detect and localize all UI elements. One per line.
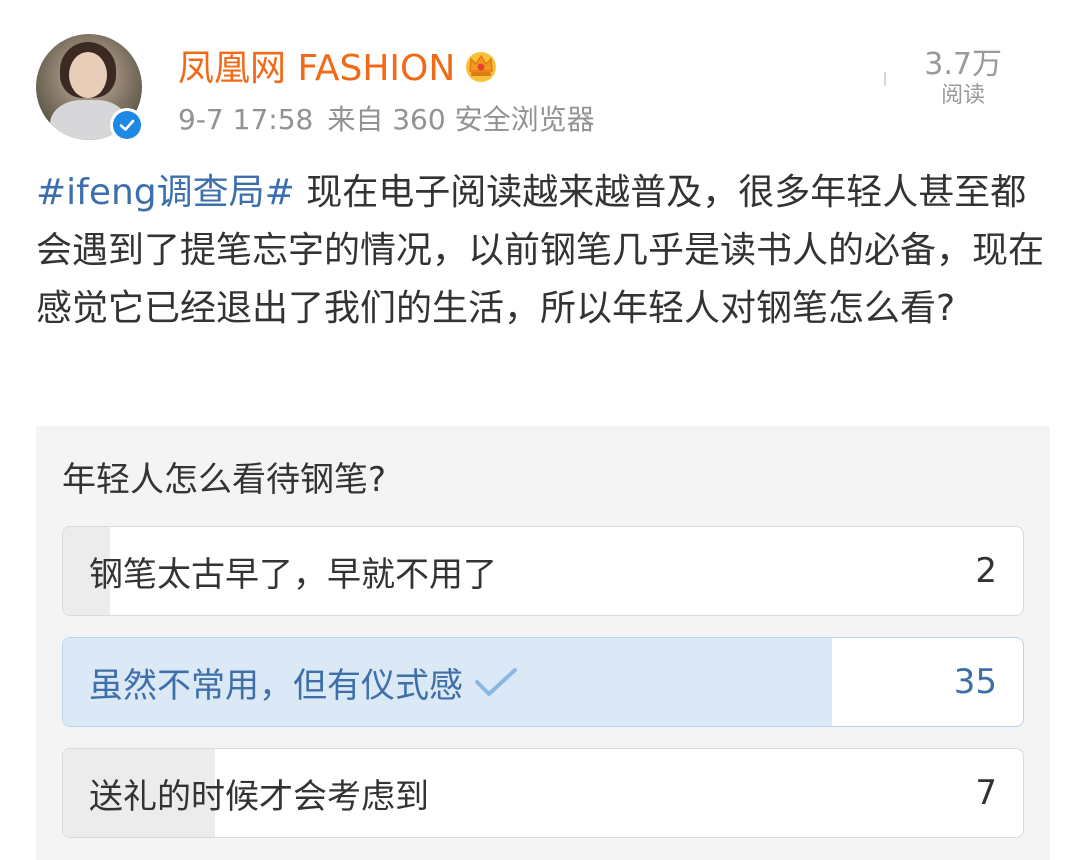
verified-icon (110, 108, 144, 142)
poll-option-1[interactable]: 钢笔太古早了，早就不用了 2 (62, 526, 1024, 616)
view-count: 3.7万 阅读 (924, 48, 1002, 110)
poll-option-label: 送礼的时候才会考虑到 (89, 776, 429, 817)
account-name[interactable]: 凤凰网 FASHION (178, 39, 455, 91)
poll-option-label: 虽然不常用，但有仪式感 (89, 665, 463, 706)
hashtag-link[interactable]: #ifeng调查局# (36, 172, 295, 213)
post-date: 9-7 17:58 (178, 103, 314, 136)
account-name-row[interactable]: 凤凰网 FASHION (178, 40, 501, 90)
post-text: #ifeng调查局# 现在电子阅读越来越普及，很多年轻人甚至都会遇到了提笔忘字的… (36, 164, 1046, 338)
post-header: 凤凰网 FASHION 9-7 17:58 来自 360 安全浏览器 3.7万 阅… (0, 0, 1080, 160)
poll-option-2[interactable]: 虽然不常用，但有仪式感 35 (62, 637, 1024, 727)
poll-option-votes: 35 (953, 662, 997, 702)
crown-icon (466, 52, 497, 82)
post-meta: 9-7 17:58 来自 360 安全浏览器 (178, 98, 609, 138)
poll-option-label-row: 虽然不常用，但有仪式感 (89, 638, 519, 726)
view-count-number: 3.7万 (924, 47, 1002, 82)
poll-card: 年轻人怎么看待钢笔? 钢笔太古早了，早就不用了 2 虽然不常用，但有仪式感 35… (36, 426, 1050, 860)
poll-option-label: 钢笔太古早了，早就不用了 (89, 554, 497, 595)
poll-option-votes: 2 (975, 551, 997, 591)
poll-question: 年轻人怎么看待钢笔? (62, 460, 387, 500)
divider (884, 72, 886, 86)
post-source[interactable]: 来自 360 安全浏览器 (327, 103, 594, 136)
poll-option-3[interactable]: 送礼的时候才会考虑到 7 (62, 748, 1024, 838)
checkmark-icon (475, 668, 517, 696)
poll-option-votes: 7 (975, 773, 997, 813)
view-count-label: 阅读 (941, 83, 986, 108)
